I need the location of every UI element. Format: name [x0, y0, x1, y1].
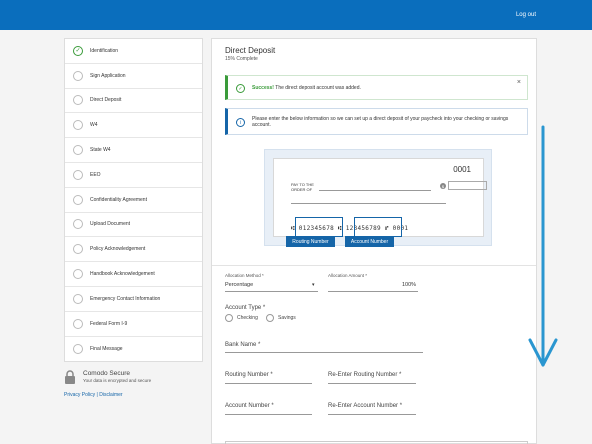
chevron-down-icon[interactable]: ▾ — [312, 282, 315, 288]
disclaimer-link[interactable]: Disclaimer — [99, 392, 122, 398]
progress-text: 15% Complete — [225, 56, 258, 62]
step-item[interactable]: W4 — [65, 113, 202, 139]
reenter-routing-label: Re-Enter Routing Number * — [328, 372, 402, 378]
allocation-method-select[interactable]: Percentage — [225, 282, 253, 288]
reenter-account-input[interactable] — [328, 414, 416, 415]
radio-savings[interactable]: Savings — [266, 314, 296, 322]
check-number: 0001 — [453, 165, 471, 174]
check-illustration: 0001 PAY TO THE ORDER OF $ ⑆ 012345678 ⑆ … — [264, 149, 492, 247]
step-item[interactable]: EEO — [65, 163, 202, 188]
radio-checking[interactable]: Checking — [225, 314, 258, 322]
step-item[interactable]: Upload Document — [65, 213, 202, 238]
empty-circle-icon — [73, 219, 83, 230]
info-alert: i Please enter the below information so … — [225, 108, 528, 135]
step-item[interactable]: Confidentiality Agreement — [65, 188, 202, 213]
step-item[interactable]: ✓ Identification — [65, 39, 202, 64]
step-label: Final Message — [90, 345, 123, 352]
section-divider — [212, 265, 536, 266]
allocation-method-underline — [225, 291, 318, 292]
empty-circle-icon — [73, 169, 83, 180]
secure-title: Comodo Secure — [83, 370, 130, 377]
account-number-label: Account Number * — [225, 403, 274, 409]
routing-number-tag: Routing Number — [286, 236, 335, 247]
payee-line — [319, 190, 431, 191]
success-message: Success! The direct deposit account was … — [252, 85, 361, 91]
logout-link[interactable]: Log out — [516, 12, 536, 18]
bank-name-label: Bank Name * — [225, 342, 261, 348]
step-item[interactable]: Federal Form I-9 — [65, 312, 202, 337]
step-label: Confidentiality Agreement — [90, 196, 147, 203]
secure-subtitle: Your data is encrypted and secure — [83, 378, 152, 383]
dollar-icon: $ — [440, 183, 446, 189]
reenter-routing-input[interactable] — [328, 383, 416, 384]
step-label: State W4 — [90, 147, 111, 154]
step-label: Direct Deposit — [90, 97, 122, 104]
routing-highlight — [295, 217, 343, 237]
step-item[interactable]: Direct Deposit — [65, 89, 202, 114]
empty-circle-icon — [73, 120, 83, 131]
allocation-amount-input[interactable]: 100% — [402, 282, 416, 288]
step-item[interactable]: Final Message — [65, 337, 202, 362]
pay-to-label: PAY TO THE ORDER OF — [291, 182, 314, 192]
step-item[interactable]: Sign Application — [65, 64, 202, 89]
step-label: Federal Form I-9 — [90, 320, 128, 327]
step-item[interactable]: Emergency Contact Information — [65, 287, 202, 312]
top-header-bar: Log out — [0, 0, 592, 30]
account-number-input[interactable] — [225, 414, 312, 415]
step-item[interactable]: Handbook Acknowledgement — [65, 262, 202, 287]
radio-circle-icon — [266, 314, 274, 322]
info-icon: i — [236, 118, 245, 127]
step-label: W4 — [90, 122, 98, 129]
main-panel: Direct Deposit 15% Complete ✓ Success! T… — [211, 38, 537, 444]
radio-circle-icon — [225, 314, 233, 322]
step-label: Identification — [90, 47, 119, 54]
onboarding-steps-list: ✓ Identification Sign Application Direct De… — [64, 38, 203, 363]
empty-circle-icon — [73, 95, 83, 106]
written-amount-line — [291, 203, 446, 204]
allocation-amount-underline — [328, 291, 418, 292]
empty-circle-icon — [73, 269, 83, 280]
empty-circle-icon — [73, 318, 83, 329]
step-label: Policy Acknowledgement — [90, 246, 146, 253]
account-number-tag: Account Number — [345, 236, 394, 247]
check-image: 0001 PAY TO THE ORDER OF $ ⑆ 012345678 ⑆ … — [273, 158, 487, 237]
success-alert: ✓ Success! The direct deposit account wa… — [225, 75, 528, 100]
step-label: Sign Application — [90, 72, 126, 79]
check-circle-icon: ✓ — [73, 45, 83, 56]
empty-circle-icon — [73, 244, 83, 255]
step-item[interactable]: State W4 — [65, 138, 202, 163]
info-message: Please enter the below information so we… — [252, 116, 509, 128]
empty-circle-icon — [73, 145, 83, 156]
checkmark-icon: ✓ — [236, 84, 245, 93]
secure-badge: Comodo Secure Your data is encrypted and… — [64, 368, 203, 388]
empty-circle-icon — [73, 293, 83, 304]
privacy-policy-link[interactable]: Privacy Policy — [64, 392, 95, 398]
close-icon[interactable]: × — [517, 79, 521, 86]
routing-number-input[interactable] — [225, 383, 312, 384]
step-label: Handbook Acknowledgement — [90, 271, 155, 278]
reenter-account-label: Re-Enter Account Number * — [328, 403, 403, 409]
step-label: EEO — [90, 171, 101, 178]
account-highlight — [354, 217, 402, 237]
account-type-label: Account Type * — [225, 305, 266, 311]
scroll-down-arrow-icon — [528, 125, 558, 367]
empty-circle-icon — [73, 194, 83, 205]
allocation-amount-label: Allocation Amount * — [328, 273, 368, 278]
lock-icon — [65, 370, 75, 384]
empty-circle-icon — [73, 70, 83, 81]
empty-circle-icon — [73, 343, 83, 354]
allocation-method-label: Allocation Method * — [225, 273, 264, 278]
page-title: Direct Deposit — [225, 46, 276, 55]
routing-number-label: Routing Number * — [225, 372, 273, 378]
bank-name-input[interactable] — [225, 352, 423, 353]
step-label: Emergency Contact Information — [90, 295, 161, 302]
step-item[interactable]: Policy Acknowledgement — [65, 237, 202, 263]
footer-links: Privacy Policy | Disclaimer — [64, 392, 123, 398]
amount-box — [448, 181, 487, 190]
step-label: Upload Document — [90, 221, 131, 228]
link-separator: | — [96, 392, 98, 398]
